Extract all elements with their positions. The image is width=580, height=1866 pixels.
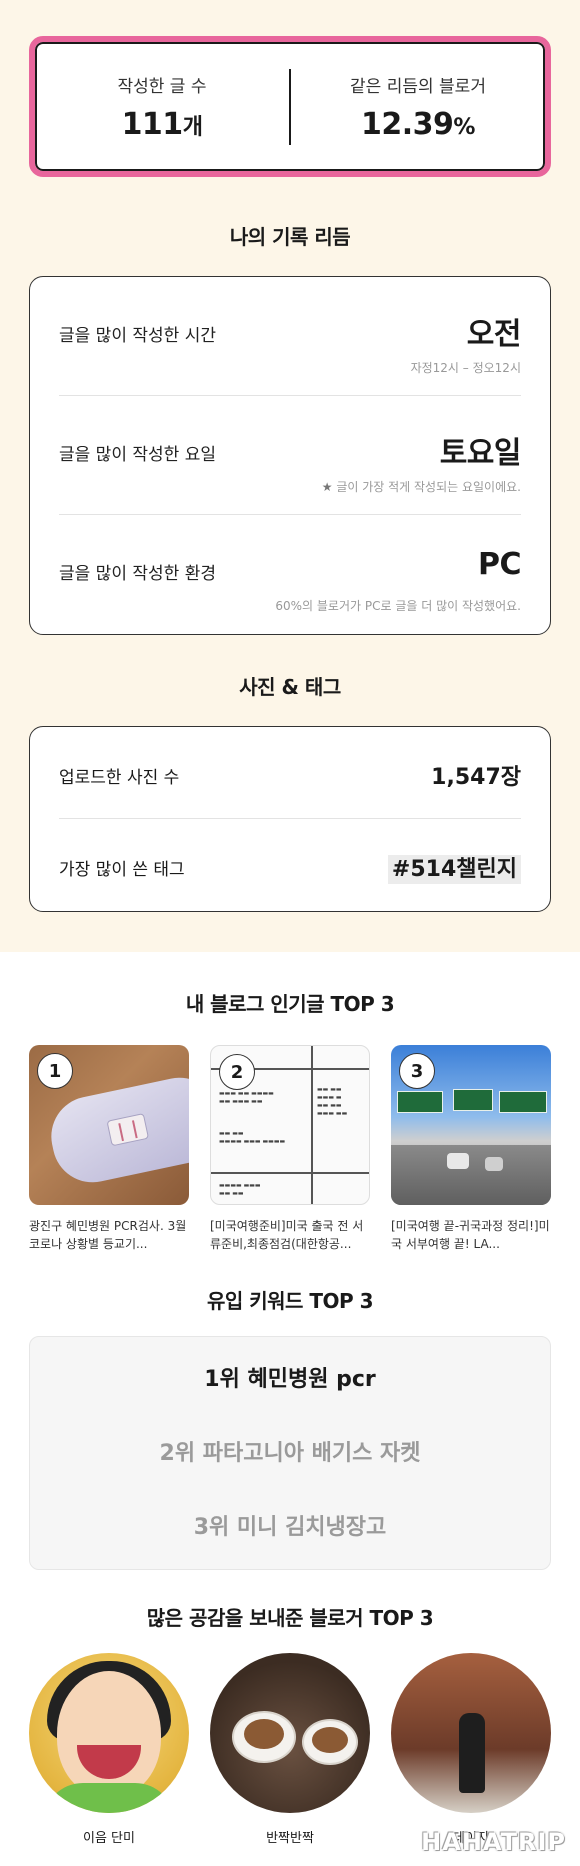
rank-badge-3: 3 xyxy=(399,1053,435,1089)
road-sign xyxy=(397,1091,443,1113)
top-tag-value[interactable]: #514챌린지 xyxy=(387,851,521,884)
doc-text-block: ▬▬▬▬ ▬▬▬ ▬▬ ▬▬ xyxy=(219,1182,261,1197)
road-sign xyxy=(453,1089,493,1111)
post-title-1[interactable]: 광진구 혜민병원 PCR검사. 3월 코로나 상황별 등교기... xyxy=(29,1217,189,1253)
doc-rule xyxy=(211,1172,369,1174)
post-thumbnail-2[interactable]: ▬▬▬ ▬▬ ▬▬▬▬ ▬▬ ▬▬▬ ▬▬ ▬▬ ▬▬ ▬▬▬▬ ▬▬▬ ▬▬▬▬ … xyxy=(210,1045,370,1205)
rhythm-time-value: 오전 xyxy=(466,317,522,352)
photo-upload-row: 업로드한 사진 수 1,547장 xyxy=(59,727,521,819)
popular-post-3[interactable]: 3 [미국여행 끝-귀국과정 정리!]미국 서부여행 끝! LA... xyxy=(391,1045,551,1253)
avatar[interactable] xyxy=(210,1653,370,1813)
star-icon: ★ xyxy=(321,480,333,494)
fan-item-2[interactable]: 반짝반짝 xyxy=(210,1653,370,1846)
rhythm-row-day: 글을 많이 작성한 요일 토요일 ★ 글이 가장 적게 작성되는 요일이에요. xyxy=(59,396,522,515)
test-kit-image xyxy=(43,1070,189,1190)
post-title-3[interactable]: [미국여행 끝-귀국과정 정리!]미국 서부여행 끝! LA... xyxy=(391,1217,551,1253)
coffee-surface xyxy=(244,1719,284,1749)
popular-section-title: 내 블로그 인기글 TOP 3 xyxy=(185,992,395,1016)
fans-list: 이음 단미 반짝반짝 데이지 xyxy=(0,1653,580,1846)
avatar[interactable] xyxy=(391,1653,551,1813)
fan-name-1[interactable]: 이음 단미 xyxy=(29,1827,189,1846)
top-tag-chip[interactable]: #514챌린지 xyxy=(387,855,521,884)
photo-upload-value: 1,547장 xyxy=(431,765,521,790)
rhythm-day-value: 토요일 xyxy=(439,436,522,471)
coffee-surface xyxy=(312,1727,348,1753)
fan-item-1[interactable]: 이음 단미 xyxy=(29,1653,189,1846)
post-title-2[interactable]: [미국여행준비]미국 출국 전 서류준비,최종점검(대한항공... xyxy=(210,1217,370,1253)
rhythm-row-time: 글을 많이 작성한 시간 오전 자정12시 – 정오12시 xyxy=(59,277,522,396)
top-summary-area: 작성한 글 수 111개 같은 리듬의 블로거 12.39% 나의 기록 리듬 … xyxy=(0,0,580,952)
rhythm-time-note: 자정12시 – 정오12시 xyxy=(410,361,521,375)
photo-tag-card: 업로드한 사진 수 1,547장 가장 많이 쓴 태그 #514챌린지 xyxy=(29,726,551,912)
doc-column-rule xyxy=(311,1046,313,1204)
road-sign xyxy=(499,1091,547,1113)
rhythm-card: 글을 많이 작성한 시간 오전 자정12시 – 정오12시 글을 많이 작성한 … xyxy=(29,276,551,635)
keyword-item-2: 2위 파타고니아 배기스 자켓 xyxy=(159,1441,421,1466)
doc-text-block: ▬▬▬ ▬▬ ▬▬▬▬ ▬▬ ▬▬▬ ▬▬ xyxy=(219,1090,274,1105)
rhythm-row-env: 글을 많이 작성한 환경 PC 60%의 블로거가 PC로 글을 더 많이 작성… xyxy=(59,515,522,634)
popular-posts-section: 내 블로그 인기글 TOP 3 1 광진구 혜민병원 PCR검사. 3월 코로나… xyxy=(0,952,580,1253)
posts-count-unit: 개 xyxy=(182,114,203,140)
same-rhythm-number: 12.39 xyxy=(361,106,454,142)
posts-count-stat: 작성한 글 수 111개 xyxy=(35,72,289,142)
rhythm-env-label: 글을 많이 작성한 환경 xyxy=(59,564,216,584)
fans-section-title: 많은 공감을 보내준 블로거 TOP 3 xyxy=(146,1606,434,1630)
keyword-box: 1위 혜민병원 pcr 2위 파타고니아 배기스 자켓 3위 미니 김치냉장고 xyxy=(29,1336,551,1570)
rhythm-time-label: 글을 많이 작성한 시간 xyxy=(59,326,216,346)
keyword-item-3: 3위 미니 김치냉장고 xyxy=(193,1515,387,1540)
test-kit-window xyxy=(106,1113,150,1147)
popular-post-1[interactable]: 1 광진구 혜민병원 PCR검사. 3월 코로나 상황별 등교기... xyxy=(29,1045,189,1253)
posts-count-number: 111 xyxy=(121,106,184,142)
car-shape xyxy=(447,1153,469,1169)
rank-badge-2: 2 xyxy=(219,1054,255,1090)
avatar-shirt xyxy=(43,1783,175,1813)
rank-badge-1: 1 xyxy=(37,1053,73,1089)
test-line-t xyxy=(131,1120,138,1139)
rhythm-day-label: 글을 많이 작성한 요일 xyxy=(59,445,216,465)
road-surface xyxy=(391,1145,551,1205)
top-tag-row: 가장 많이 쓴 태그 #514챌린지 xyxy=(59,819,521,911)
doc-text-block: ▬▬ ▬▬ ▬▬▬ ▬ ▬▬ ▬▬ ▬▬▬ ▬▬ xyxy=(317,1086,348,1117)
post-thumbnail-1[interactable]: 1 xyxy=(29,1045,189,1205)
fan-name-2[interactable]: 반짝반짝 xyxy=(210,1827,370,1846)
rhythm-env-note: 60%의 블로거가 PC로 글을 더 많이 작성했어요. xyxy=(275,599,521,613)
rhythm-section-title: 나의 기록 리듬 xyxy=(229,225,351,249)
popular-post-grid: 1 광진구 혜민병원 PCR검사. 3월 코로나 상황별 등교기... ▬▬▬ … xyxy=(29,1045,551,1253)
popular-post-2[interactable]: ▬▬▬ ▬▬ ▬▬▬▬ ▬▬ ▬▬▬ ▬▬ ▬▬ ▬▬ ▬▬▬▬ ▬▬▬ ▬▬▬▬ … xyxy=(210,1045,370,1253)
same-rhythm-value: 12.39% xyxy=(291,107,545,142)
same-rhythm-label: 같은 리듬의 블로거 xyxy=(350,76,486,97)
fan-item-3[interactable]: 데이지 xyxy=(391,1653,551,1846)
posts-count-value: 111개 xyxy=(35,107,289,142)
same-rhythm-unit: % xyxy=(453,114,475,140)
rhythm-day-note: ★ 글이 가장 적게 작성되는 요일이에요. xyxy=(322,478,521,495)
car-shape xyxy=(485,1157,503,1171)
photo-section-title: 사진 & 태그 xyxy=(239,675,341,699)
doc-text-block: ▬▬ ▬▬ ▬▬▬▬ ▬▬▬ ▬▬▬▬ xyxy=(219,1130,286,1145)
same-rhythm-stat: 같은 리듬의 블로거 12.39% xyxy=(291,72,545,142)
post-thumbnail-3[interactable]: 3 xyxy=(391,1045,551,1205)
photo-upload-label: 업로드한 사진 수 xyxy=(59,768,180,788)
keyword-item-1: 1위 혜민병원 pcr xyxy=(204,1367,376,1392)
avatar-person xyxy=(459,1713,485,1793)
stats-card: 작성한 글 수 111개 같은 리듬의 블로거 12.39% xyxy=(29,36,551,177)
rhythm-env-value: PC xyxy=(477,547,522,582)
top-tag-label: 가장 많이 쓴 태그 xyxy=(59,860,185,880)
avatar[interactable] xyxy=(29,1653,189,1813)
keyword-section-title: 유입 키워드 TOP 3 xyxy=(206,1289,374,1313)
test-line-c xyxy=(118,1123,124,1142)
watermark-logo: HAHATRIP xyxy=(421,1828,566,1856)
posts-count-label: 작성한 글 수 xyxy=(117,76,207,97)
rhythm-day-note-text: 글이 가장 적게 작성되는 요일이에요. xyxy=(336,480,521,494)
